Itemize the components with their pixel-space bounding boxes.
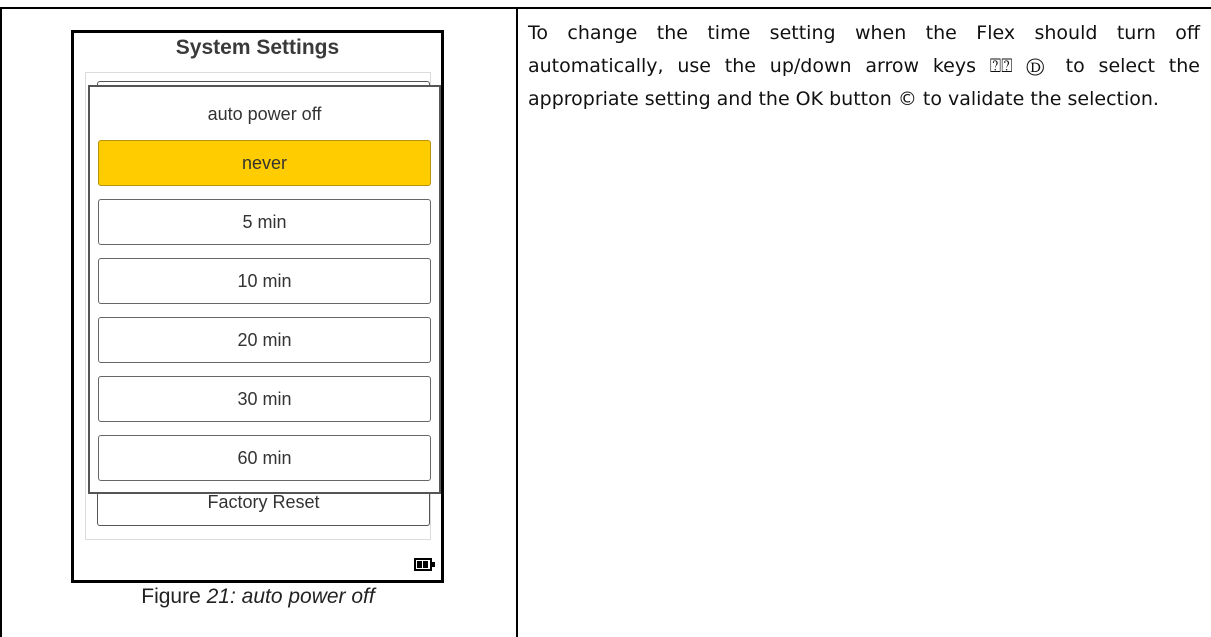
popup-title: auto power off bbox=[207, 104, 322, 124]
screen-title: System Settings bbox=[175, 36, 340, 59]
option-never[interactable]: never bbox=[98, 140, 431, 186]
device-screen: System Settings Factory Reset auto power… bbox=[71, 30, 444, 583]
option-60-min[interactable]: 60 min bbox=[98, 435, 431, 481]
table-column-divider bbox=[516, 7, 518, 637]
table-left-border bbox=[0, 7, 2, 637]
option-30-min[interactable]: 30 min bbox=[98, 376, 431, 422]
battery-icon bbox=[414, 558, 432, 571]
option-5-min[interactable]: 5 min bbox=[98, 199, 431, 245]
table-top-border bbox=[0, 7, 1211, 9]
battery-tip bbox=[432, 562, 435, 567]
document-table: System Settings Factory Reset auto power… bbox=[0, 7, 1211, 637]
option-10-min[interactable]: 10 min bbox=[98, 258, 431, 304]
caption-prefix: Figure bbox=[141, 585, 207, 608]
figure-caption: Figure 21: auto power off bbox=[0, 585, 516, 609]
caption-number-title: 21: auto power off bbox=[206, 585, 375, 608]
instructions-text: To change the time setting when the Flex… bbox=[528, 22, 1200, 110]
auto-power-off-popup: auto power off never 5 min 10 min 20 min… bbox=[88, 85, 441, 494]
option-20-min[interactable]: 20 min bbox=[98, 317, 431, 363]
